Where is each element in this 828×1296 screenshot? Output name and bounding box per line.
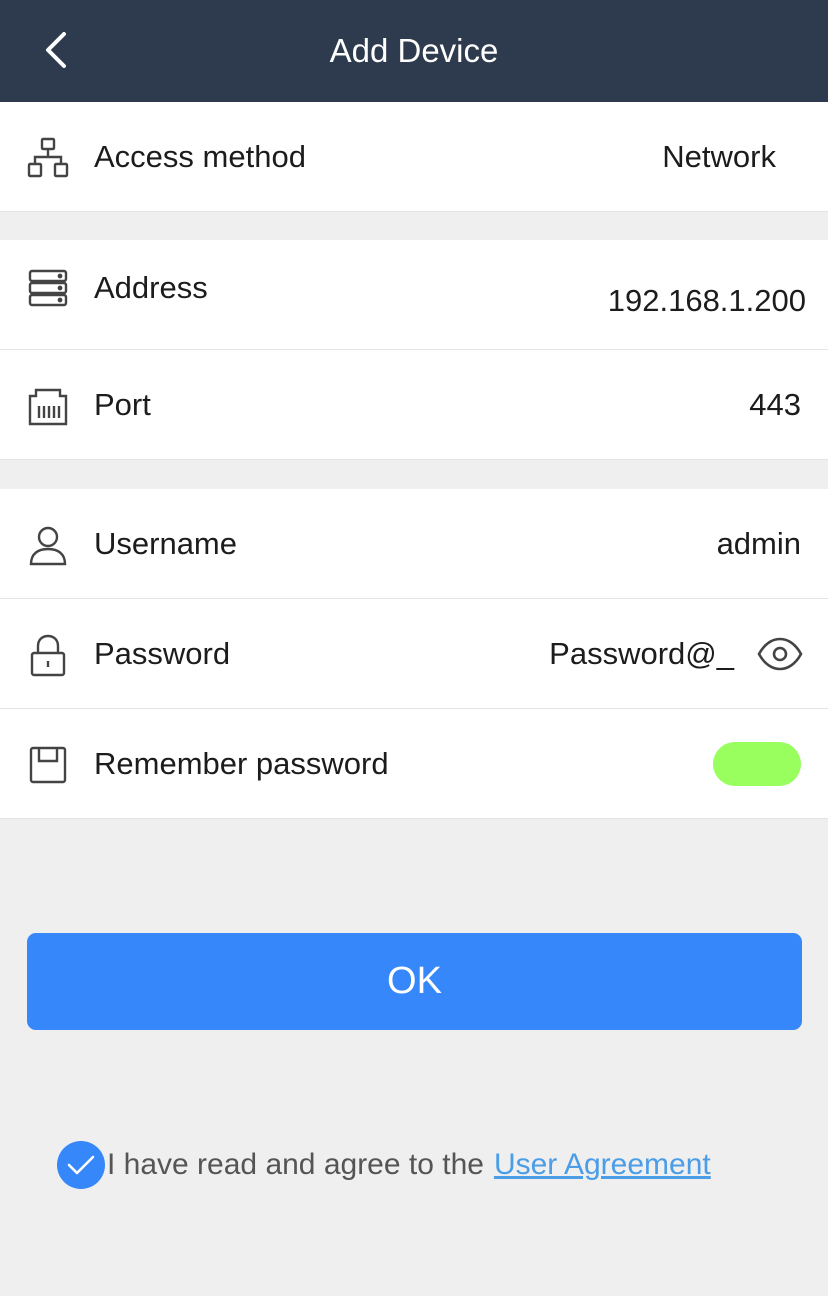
username-value: admin: [716, 526, 801, 561]
back-button[interactable]: [30, 24, 82, 76]
ok-button[interactable]: OK: [27, 933, 802, 1030]
chevron-left-icon: [46, 32, 66, 68]
remember-password-toggle[interactable]: [713, 742, 801, 786]
checkmark-icon: [67, 1155, 95, 1175]
port-row[interactable]: Port 443: [0, 350, 828, 460]
remember-password-label: Remember password: [94, 746, 389, 781]
port-label: Port: [94, 387, 151, 422]
password-label: Password: [94, 636, 231, 671]
network-icon: [26, 136, 70, 180]
access-method-value: Network: [662, 139, 776, 174]
eye-icon: [757, 637, 803, 671]
page-title: Add Device: [329, 32, 499, 69]
port-icon: [26, 384, 70, 428]
server-icon: [26, 266, 70, 310]
remember-password-row: Remember password: [0, 709, 828, 819]
access-method-row[interactable]: Access method Network: [0, 102, 828, 212]
agreement-text: I have read and agree to the: [107, 1148, 484, 1181]
access-method-group: Access method Network: [0, 102, 828, 212]
user-icon: [26, 523, 70, 567]
password-value[interactable]: Password@_: [549, 599, 734, 709]
header-bar: Add Device: [0, 0, 828, 102]
show-password-button[interactable]: [756, 633, 804, 675]
address-value: 192.168.1.200: [607, 283, 806, 318]
credentials-group: Username admin Password Password@_ Remem…: [0, 489, 828, 819]
password-row[interactable]: Password Password@_: [0, 599, 828, 709]
username-label: Username: [94, 526, 237, 561]
agreement-row: I have read and agree to the User Agreem…: [57, 1140, 711, 1190]
floppy-disk-icon: [26, 743, 70, 787]
user-agreement-link[interactable]: User Agreement: [494, 1148, 711, 1182]
lock-icon: [26, 633, 70, 677]
access-method-label: Access method: [94, 139, 306, 174]
port-value: 443: [749, 387, 801, 422]
agreement-checkbox[interactable]: [57, 1141, 105, 1189]
connection-group: Address 192.168.1.200 Port 443: [0, 240, 828, 460]
username-row[interactable]: Username admin: [0, 489, 828, 599]
address-row[interactable]: Address 192.168.1.200: [0, 240, 828, 350]
address-label: Address: [94, 270, 208, 305]
